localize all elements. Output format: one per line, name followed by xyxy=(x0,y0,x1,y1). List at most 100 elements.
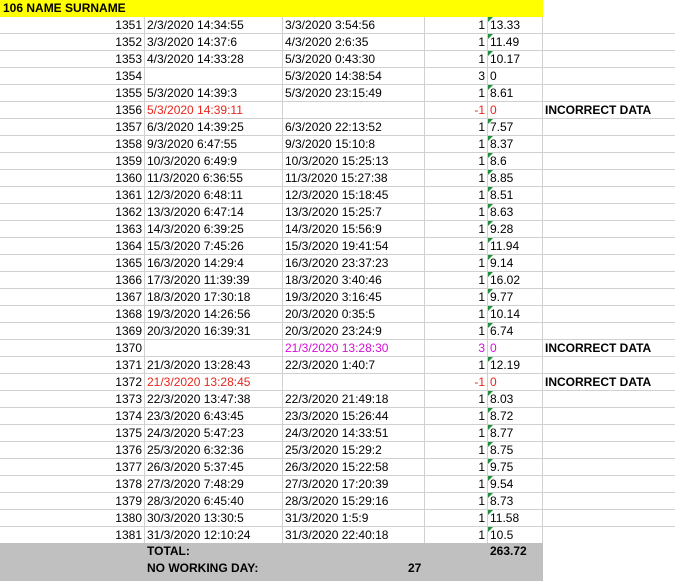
end-time-cell[interactable]: 20/3/2020 0:35:5 xyxy=(283,306,425,323)
flag-cell[interactable]: 1 xyxy=(425,391,488,408)
start-time-cell[interactable]: 5/3/2020 14:39:11 xyxy=(145,102,283,119)
row-number-cell[interactable]: 1370 xyxy=(0,340,145,357)
row-number-cell[interactable]: 1377 xyxy=(0,459,145,476)
hours-cell[interactable]: 0 xyxy=(488,102,543,119)
note-cell[interactable] xyxy=(543,272,675,289)
row-number-cell[interactable]: 1354 xyxy=(0,68,145,85)
hours-cell[interactable]: 10.17 xyxy=(488,51,543,68)
flag-cell[interactable]: 1 xyxy=(425,170,488,187)
note-cell[interactable] xyxy=(543,187,675,204)
row-number-cell[interactable]: 1374 xyxy=(0,408,145,425)
end-time-cell[interactable]: 18/3/2020 3:40:46 xyxy=(283,272,425,289)
hours-cell[interactable]: 12.19 xyxy=(488,357,543,374)
start-time-cell[interactable] xyxy=(145,340,283,357)
flag-cell[interactable]: 1 xyxy=(425,459,488,476)
note-cell[interactable] xyxy=(543,85,675,102)
note-cell[interactable] xyxy=(543,289,675,306)
end-time-cell[interactable]: 22/3/2020 21:49:18 xyxy=(283,391,425,408)
note-cell[interactable] xyxy=(543,527,675,544)
flag-cell[interactable]: 1 xyxy=(425,34,488,51)
hours-cell[interactable]: 8.73 xyxy=(488,493,543,510)
flag-cell[interactable]: 1 xyxy=(425,306,488,323)
flag-cell[interactable]: 1 xyxy=(425,408,488,425)
flag-cell[interactable]: 1 xyxy=(425,510,488,527)
end-time-cell[interactable]: 20/3/2020 23:24:9 xyxy=(283,323,425,340)
note-cell[interactable] xyxy=(543,476,675,493)
hours-cell[interactable]: 8.85 xyxy=(488,170,543,187)
flag-cell[interactable]: 3 xyxy=(425,340,488,357)
start-time-cell[interactable]: 10/3/2020 6:49:9 xyxy=(145,153,283,170)
start-time-cell[interactable]: 6/3/2020 14:39:25 xyxy=(145,119,283,136)
flag-cell[interactable]: 1 xyxy=(425,153,488,170)
flag-cell[interactable]: 1 xyxy=(425,85,488,102)
row-number-cell[interactable]: 1379 xyxy=(0,493,145,510)
start-time-cell[interactable]: 23/3/2020 6:43:45 xyxy=(145,408,283,425)
flag-cell[interactable]: 1 xyxy=(425,289,488,306)
start-time-cell[interactable]: 4/3/2020 14:33:28 xyxy=(145,51,283,68)
end-time-cell[interactable]: 4/3/2020 2:6:35 xyxy=(283,34,425,51)
row-number-cell[interactable]: 1351 xyxy=(0,17,145,34)
hours-cell[interactable]: 9.77 xyxy=(488,289,543,306)
start-time-cell[interactable]: 11/3/2020 6:36:55 xyxy=(145,170,283,187)
hours-cell[interactable]: 11.49 xyxy=(488,34,543,51)
note-cell[interactable] xyxy=(543,357,675,374)
note-cell[interactable] xyxy=(543,306,675,323)
end-time-cell[interactable]: 23/3/2020 15:26:44 xyxy=(283,408,425,425)
start-time-cell[interactable]: 14/3/2020 6:39:25 xyxy=(145,221,283,238)
hours-cell[interactable]: 0 xyxy=(488,374,543,391)
start-time-cell[interactable]: 21/3/2020 13:28:45 xyxy=(145,374,283,391)
note-cell[interactable] xyxy=(543,255,675,272)
end-time-cell[interactable]: 28/3/2020 15:29:16 xyxy=(283,493,425,510)
start-time-cell[interactable]: 19/3/2020 14:26:56 xyxy=(145,306,283,323)
note-cell[interactable] xyxy=(543,425,675,442)
hours-cell[interactable]: 0 xyxy=(488,68,543,85)
note-cell[interactable] xyxy=(543,68,675,85)
flag-cell[interactable]: 1 xyxy=(425,493,488,510)
end-time-cell[interactable] xyxy=(283,102,425,119)
hours-cell[interactable]: 8.03 xyxy=(488,391,543,408)
note-cell[interactable] xyxy=(543,170,675,187)
hours-cell[interactable]: 6.74 xyxy=(488,323,543,340)
hours-cell[interactable]: 16.02 xyxy=(488,272,543,289)
start-time-cell[interactable]: 27/3/2020 7:48:29 xyxy=(145,476,283,493)
flag-cell[interactable]: 1 xyxy=(425,17,488,34)
end-time-cell[interactable]: 14/3/2020 15:56:9 xyxy=(283,221,425,238)
hours-cell[interactable]: 0 xyxy=(488,340,543,357)
flag-cell[interactable]: 1 xyxy=(425,187,488,204)
note-cell[interactable] xyxy=(543,51,675,68)
start-time-cell[interactable]: 15/3/2020 7:45:26 xyxy=(145,238,283,255)
end-time-cell[interactable]: 31/3/2020 1:5:9 xyxy=(283,510,425,527)
note-cell[interactable] xyxy=(543,459,675,476)
note-cell[interactable]: INCORRECT DATA xyxy=(543,374,675,391)
start-time-cell[interactable]: 28/3/2020 6:45:40 xyxy=(145,493,283,510)
note-cell[interactable] xyxy=(543,136,675,153)
note-cell[interactable] xyxy=(543,442,675,459)
start-time-cell[interactable]: 17/3/2020 11:39:39 xyxy=(145,272,283,289)
flag-cell[interactable]: 1 xyxy=(425,136,488,153)
row-number-cell[interactable]: 1352 xyxy=(0,34,145,51)
row-number-cell[interactable]: 1361 xyxy=(0,187,145,204)
row-number-cell[interactable]: 1376 xyxy=(0,442,145,459)
flag-cell[interactable]: 1 xyxy=(425,272,488,289)
sheet-title[interactable]: 106 NAME SURNAME xyxy=(0,0,543,17)
row-number-cell[interactable]: 1381 xyxy=(0,527,145,544)
start-time-cell[interactable]: 26/3/2020 5:37:45 xyxy=(145,459,283,476)
start-time-cell[interactable]: 21/3/2020 13:28:43 xyxy=(145,357,283,374)
flag-cell[interactable]: 1 xyxy=(425,357,488,374)
row-number-cell[interactable]: 1372 xyxy=(0,374,145,391)
end-time-cell[interactable]: 5/3/2020 14:38:54 xyxy=(283,68,425,85)
flag-cell[interactable]: 3 xyxy=(425,68,488,85)
end-time-cell[interactable]: 26/3/2020 15:22:58 xyxy=(283,459,425,476)
end-time-cell[interactable] xyxy=(283,374,425,391)
start-time-cell[interactable]: 13/3/2020 6:47:14 xyxy=(145,204,283,221)
end-time-cell[interactable]: 13/3/2020 15:25:7 xyxy=(283,204,425,221)
row-number-cell[interactable]: 1356 xyxy=(0,102,145,119)
row-number-cell[interactable]: 1371 xyxy=(0,357,145,374)
note-cell[interactable] xyxy=(543,510,675,527)
start-time-cell[interactable]: 30/3/2020 13:30:5 xyxy=(145,510,283,527)
hours-cell[interactable]: 13.33 xyxy=(488,17,543,34)
end-time-cell[interactable]: 24/3/2020 14:33:51 xyxy=(283,425,425,442)
start-time-cell[interactable]: 3/3/2020 14:37:6 xyxy=(145,34,283,51)
end-time-cell[interactable]: 6/3/2020 22:13:52 xyxy=(283,119,425,136)
row-number-cell[interactable]: 1366 xyxy=(0,272,145,289)
